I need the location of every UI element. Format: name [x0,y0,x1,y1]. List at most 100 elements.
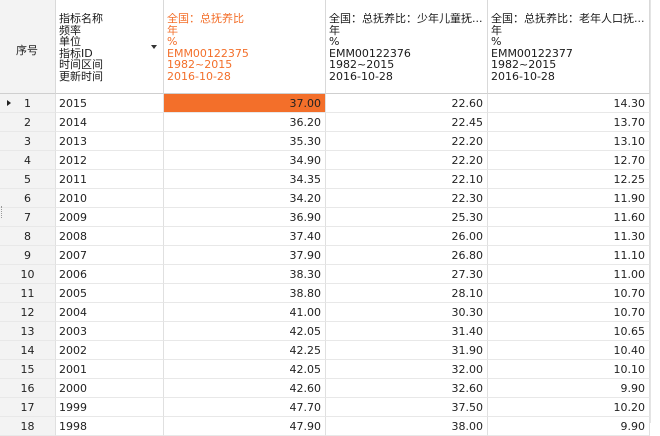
cell-elderly-dependency[interactable]: 11.10 [488,246,650,265]
cell-child-dependency[interactable]: 31.40 [326,322,488,341]
cell-total-dependency[interactable]: 34.35 [164,170,326,189]
cell-child-dependency[interactable]: 22.60 [326,94,488,113]
row-number[interactable]: 13 [0,322,56,341]
table-row[interactable]: 13 2003 42.05 31.40 10.65 [0,322,660,341]
cell-year[interactable]: 2004 [56,303,164,322]
cell-child-dependency[interactable]: 22.20 [326,151,488,170]
row-number[interactable]: 17 [0,398,56,417]
row-number[interactable]: 16 [0,379,56,398]
cell-child-dependency[interactable]: 32.60 [326,379,488,398]
row-number[interactable]: 14 [0,341,56,360]
cell-total-dependency[interactable]: 42.25 [164,341,326,360]
cell-year[interactable]: 2003 [56,322,164,341]
cell-total-dependency[interactable]: 38.30 [164,265,326,284]
cell-child-dependency[interactable]: 37.50 [326,398,488,417]
table-row[interactable]: 18 1998 47.90 38.00 9.90 [0,417,660,436]
cell-child-dependency[interactable]: 22.10 [326,170,488,189]
row-number[interactable]: 18 [0,417,56,436]
cell-total-dependency[interactable]: 47.90 [164,417,326,436]
cell-child-dependency[interactable]: 22.45 [326,113,488,132]
cell-child-dependency[interactable]: 28.10 [326,284,488,303]
cell-child-dependency[interactable]: 32.00 [326,360,488,379]
cell-child-dependency[interactable]: 38.00 [326,417,488,436]
cell-total-dependency[interactable]: 37.00 [164,94,326,113]
row-number[interactable]: 9 [0,246,56,265]
table-row[interactable]: 10 2006 38.30 27.30 11.00 [0,265,660,284]
cell-total-dependency[interactable]: 42.60 [164,379,326,398]
table-row[interactable]: 8 2008 37.40 26.00 11.30 [0,227,660,246]
seq-column-header[interactable]: 序号 [0,0,56,94]
cell-year[interactable]: 2007 [56,246,164,265]
meta-column-header[interactable]: 指标名称 频率 单位 指标ID 时间区间 更新时间 [56,0,164,94]
table-row[interactable]: 12 2004 41.00 30.30 10.70 [0,303,660,322]
table-row[interactable]: 6 2010 34.20 22.30 11.90 [0,189,660,208]
column-header-elderly-dependency[interactable]: 全国：总抚养比：老年人口抚... 年 % EMM00122377 1982~20… [488,0,650,94]
scrollbar[interactable] [650,0,660,423]
cell-child-dependency[interactable]: 22.30 [326,189,488,208]
cell-child-dependency[interactable]: 31.90 [326,341,488,360]
cell-total-dependency[interactable]: 37.40 [164,227,326,246]
cell-total-dependency[interactable]: 41.00 [164,303,326,322]
cell-child-dependency[interactable]: 27.30 [326,265,488,284]
cell-year[interactable]: 2014 [56,113,164,132]
cell-year[interactable]: 2002 [56,341,164,360]
table-row[interactable]: 1 2015 37.00 22.60 14.30 [0,94,660,113]
row-number[interactable]: 3 [0,132,56,151]
cell-elderly-dependency[interactable]: 10.65 [488,322,650,341]
cell-child-dependency[interactable]: 26.00 [326,227,488,246]
cell-total-dependency[interactable]: 34.20 [164,189,326,208]
cell-elderly-dependency[interactable]: 10.70 [488,303,650,322]
table-row[interactable]: 16 2000 42.60 32.60 9.90 [0,379,660,398]
table-row[interactable]: 2 2014 36.20 22.45 13.70 [0,113,660,132]
column-header-child-dependency[interactable]: 全国：总抚养比：少年儿童抚... 年 % EMM00122376 1982~20… [326,0,488,94]
cell-elderly-dependency[interactable]: 12.70 [488,151,650,170]
cell-total-dependency[interactable]: 37.90 [164,246,326,265]
row-number[interactable]: 15 [0,360,56,379]
cell-child-dependency[interactable]: 22.20 [326,132,488,151]
cell-child-dependency[interactable]: 25.30 [326,208,488,227]
dropdown-arrow-icon[interactable] [151,45,157,49]
row-number[interactable]: 4 [0,151,56,170]
cell-total-dependency[interactable]: 35.30 [164,132,326,151]
cell-total-dependency[interactable]: 34.90 [164,151,326,170]
cell-elderly-dependency[interactable]: 13.70 [488,113,650,132]
row-number[interactable]: 12 [0,303,56,322]
table-row[interactable]: 17 1999 47.70 37.50 10.20 [0,398,660,417]
cell-elderly-dependency[interactable]: 12.25 [488,170,650,189]
row-number[interactable]: 8 [0,227,56,246]
row-number[interactable]: 11 [0,284,56,303]
row-number[interactable]: 6 [0,189,56,208]
cell-elderly-dependency[interactable]: 9.90 [488,417,650,436]
cell-elderly-dependency[interactable]: 10.70 [488,284,650,303]
cell-elderly-dependency[interactable]: 13.10 [488,132,650,151]
cell-year[interactable]: 2012 [56,151,164,170]
cell-year[interactable]: 2008 [56,227,164,246]
cell-total-dependency[interactable]: 38.80 [164,284,326,303]
cell-total-dependency[interactable]: 42.05 [164,322,326,341]
cell-elderly-dependency[interactable]: 14.30 [488,94,650,113]
cell-elderly-dependency[interactable]: 11.90 [488,189,650,208]
cell-year[interactable]: 2005 [56,284,164,303]
cell-total-dependency[interactable]: 47.70 [164,398,326,417]
cell-year[interactable]: 2001 [56,360,164,379]
table-row[interactable]: 3 2013 35.30 22.20 13.10 [0,132,660,151]
cell-total-dependency[interactable]: 36.20 [164,113,326,132]
row-number[interactable]: 2 [0,113,56,132]
cell-year[interactable]: 2009 [56,208,164,227]
table-row[interactable]: 4 2012 34.90 22.20 12.70 [0,151,660,170]
cell-year[interactable]: 2015 [56,94,164,113]
cell-elderly-dependency[interactable]: 9.90 [488,379,650,398]
cell-elderly-dependency[interactable]: 11.60 [488,208,650,227]
cell-elderly-dependency[interactable]: 11.00 [488,265,650,284]
cell-elderly-dependency[interactable]: 10.10 [488,360,650,379]
cell-total-dependency[interactable]: 42.05 [164,360,326,379]
cell-elderly-dependency[interactable]: 10.20 [488,398,650,417]
table-row[interactable]: 5 2011 34.35 22.10 12.25 [0,170,660,189]
cell-year[interactable]: 2000 [56,379,164,398]
cell-elderly-dependency[interactable]: 11.30 [488,227,650,246]
row-number[interactable]: 7 [0,208,56,227]
cell-year[interactable]: 1998 [56,417,164,436]
column-header-total-dependency[interactable]: 全国：总抚养比 年 % EMM00122375 1982~2015 2016-1… [164,0,326,94]
cell-child-dependency[interactable]: 30.30 [326,303,488,322]
table-row[interactable]: 14 2002 42.25 31.90 10.40 [0,341,660,360]
